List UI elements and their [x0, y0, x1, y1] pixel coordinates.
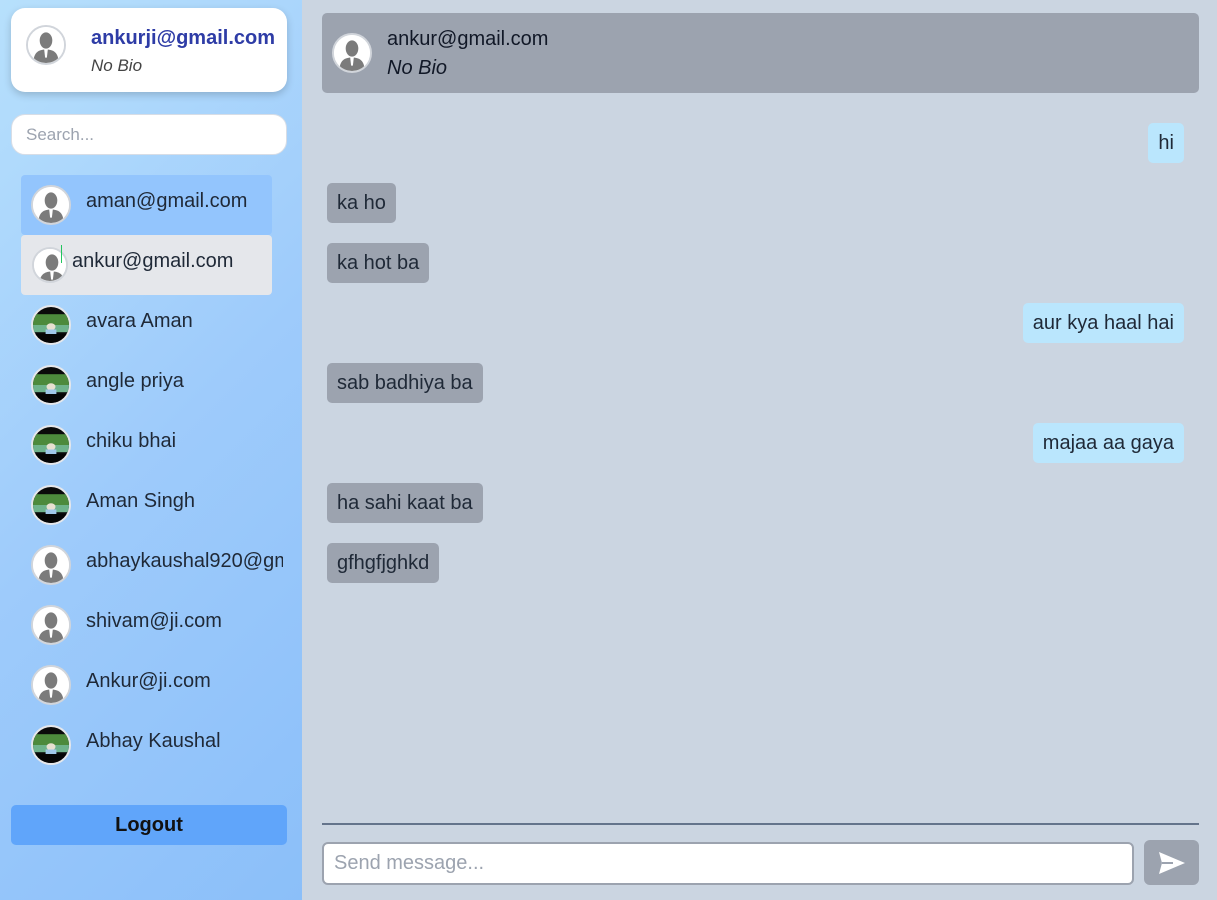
text-cursor: [61, 245, 62, 263]
message-input[interactable]: [322, 842, 1134, 885]
contact-item[interactable]: shivam@ji.com: [21, 595, 272, 655]
message-row: gfhgfjghkd: [327, 543, 1184, 603]
profile-photo-icon: [33, 727, 69, 763]
contact-item[interactable]: abhaykaushal920@gmail.com: [21, 535, 283, 595]
user-silhouette-icon: [334, 35, 370, 71]
contact-item[interactable]: ankur@gmail.com: [21, 235, 272, 295]
contact-item[interactable]: Abhay Kaushal: [21, 715, 272, 775]
contact-item[interactable]: aman@gmail.com: [21, 175, 272, 235]
received-message-bubble: ha sahi kaat ba: [327, 483, 483, 523]
contact-avatar: [32, 247, 68, 283]
profile-photo-icon: [33, 487, 69, 523]
user-silhouette-icon: [28, 27, 64, 63]
user-silhouette-icon: [33, 607, 69, 643]
contact-item[interactable]: Aman Singh: [21, 475, 272, 535]
chat-contact-name: ankur@gmail.com: [387, 28, 549, 50]
contact-name: avara Aman: [86, 310, 193, 332]
received-message-bubble: sab badhiya ba: [327, 363, 483, 403]
message-row: ka ho: [327, 183, 1184, 243]
sent-message-bubble: majaa aa gaya: [1032, 423, 1184, 463]
contact-name: abhaykaushal920@gmail.com: [86, 550, 283, 572]
profile-photo-icon: [33, 307, 69, 343]
contact-item[interactable]: avara Aman: [21, 295, 272, 355]
sidebar: ankurji@gmail.com No Bio aman@gmail.coma…: [0, 0, 302, 900]
sent-message-bubble: aur kya haal hai: [1022, 303, 1184, 343]
contact-avatar: [31, 185, 71, 225]
contact-avatar: [31, 545, 71, 585]
search-input[interactable]: [11, 114, 287, 155]
contact-avatar: [31, 605, 71, 645]
contact-name: ankur@gmail.com: [72, 250, 234, 272]
contact-avatar: [31, 725, 71, 765]
user-silhouette-icon: [34, 249, 66, 281]
received-message-bubble: gfhgfjghkd: [327, 543, 440, 583]
profile-photo-icon: [33, 367, 69, 403]
profile-bio: No Bio: [91, 56, 143, 75]
message-row: aur kya haal hai: [327, 303, 1184, 363]
logout-button[interactable]: Logout: [11, 805, 287, 845]
contact-item[interactable]: Ankur@ji.com: [21, 655, 272, 715]
chat-avatar: [332, 33, 372, 73]
send-icon: [1158, 851, 1185, 874]
message-row: ka hot ba: [327, 243, 1184, 303]
contact-avatar: [31, 425, 71, 465]
contact-avatar: [31, 365, 71, 405]
contact-name: shivam@ji.com: [86, 610, 222, 632]
message-row: hi: [327, 123, 1184, 183]
send-button[interactable]: [1144, 840, 1199, 885]
message-row: ha sahi kaat ba: [327, 483, 1184, 543]
received-message-bubble: ka ho: [327, 183, 396, 223]
message-row: majaa aa gaya: [327, 423, 1184, 483]
contact-item[interactable]: angle priya: [21, 355, 272, 415]
contact-name: chiku bhai: [86, 430, 177, 452]
chat-header: ankur@gmail.com No Bio: [322, 13, 1199, 93]
contact-item[interactable]: chiku bhai: [21, 415, 272, 475]
profile-photo-icon: [33, 427, 69, 463]
contact-avatar: [31, 665, 71, 705]
contact-name: aman@gmail.com: [86, 190, 248, 212]
contact-name: Ankur@ji.com: [86, 670, 211, 692]
sent-message-bubble: hi: [1148, 123, 1184, 163]
user-silhouette-icon: [33, 187, 69, 223]
user-silhouette-icon: [33, 667, 69, 703]
contact-name: angle priya: [86, 370, 184, 392]
profile-email: ankurji@gmail.com: [91, 27, 275, 49]
contact-name: Aman Singh: [86, 490, 195, 512]
chat-contact-bio: No Bio: [387, 57, 448, 79]
message-list: hi ka ho ka hot ba aur kya haal hai sab badh…: [327, 123, 1184, 603]
divider: [322, 823, 1199, 825]
user-silhouette-icon: [33, 547, 69, 583]
contact-name: Abhay Kaushal: [86, 730, 221, 752]
contact-list: aman@gmail.com ankur@gmail.com avara Aman a…: [21, 175, 283, 775]
received-message-bubble: ka hot ba: [327, 243, 430, 283]
profile-avatar: [26, 25, 66, 65]
contact-avatar: [31, 485, 71, 525]
message-row: sab badhiya ba: [327, 363, 1184, 423]
contact-avatar: [31, 305, 71, 345]
profile-card[interactable]: ankurji@gmail.com No Bio: [11, 8, 287, 92]
